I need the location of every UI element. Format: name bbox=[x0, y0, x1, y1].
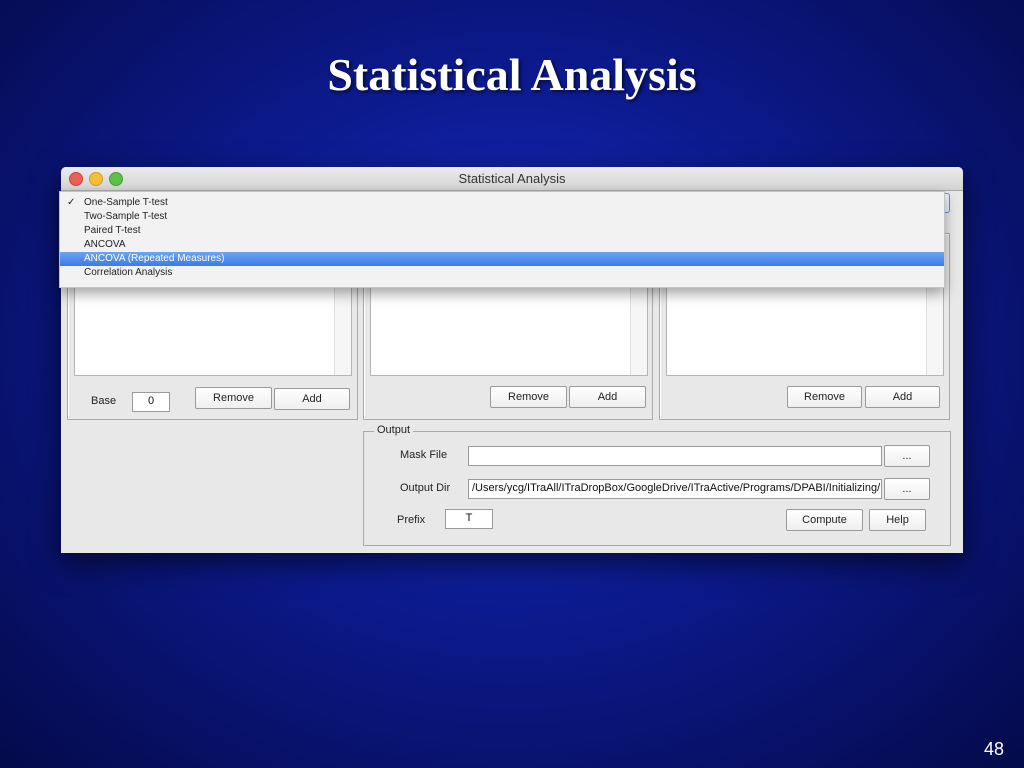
group3-add-button[interactable]: Add bbox=[865, 386, 940, 408]
base-input[interactable]: 0 bbox=[132, 392, 170, 412]
dropdown-item-paired-t-test[interactable]: Paired T-test bbox=[60, 224, 944, 238]
left-empty-panel bbox=[67, 423, 356, 547]
slide-number: 48 bbox=[983, 739, 1004, 759]
mask-file-browse-button[interactable]: ... bbox=[884, 445, 930, 467]
dropdown-item-correlation-analysis[interactable]: Correlation Analysis bbox=[60, 266, 944, 280]
dropdown-item-label: Paired T-test bbox=[84, 225, 141, 236]
output-groupbox: Output Mask File ... Output Dir /Users/y… bbox=[363, 424, 951, 546]
dropdown-item-one-sample-t-test[interactable]: ✓ One-Sample T-test bbox=[60, 196, 944, 210]
dropdown-item-label: ANCOVA (Repeated Measures) bbox=[84, 253, 225, 264]
dropdown-item-label: ANCOVA bbox=[84, 239, 126, 250]
dropdown-item-ancova[interactable]: ANCOVA bbox=[60, 238, 944, 252]
group1-add-button[interactable]: Add bbox=[274, 388, 350, 410]
checkmark-icon: ✓ bbox=[67, 197, 76, 208]
dropdown-item-label: One-Sample T-test bbox=[84, 197, 168, 208]
prefix-input[interactable]: T bbox=[445, 509, 493, 529]
group1-remove-button[interactable]: Remove bbox=[195, 387, 272, 409]
mask-file-label: Mask File bbox=[400, 449, 448, 461]
window-titlebar: Statistical Analysis bbox=[61, 167, 963, 191]
slide-title: Statistical Analysis bbox=[327, 49, 697, 100]
compute-button[interactable]: Compute bbox=[786, 509, 863, 531]
window-title: Statistical Analysis bbox=[458, 171, 566, 186]
base-label: Base bbox=[91, 395, 117, 407]
output-dir-label: Output Dir bbox=[400, 482, 451, 494]
dropdown-item-ancova-repeated-measures[interactable]: ANCOVA (Repeated Measures) bbox=[60, 252, 944, 266]
analysis-type-dropdown: ✓ One-Sample T-test Two-Sample T-test Pa… bbox=[59, 191, 945, 288]
group2-add-button[interactable]: Add bbox=[569, 386, 646, 408]
output-legend: Output bbox=[374, 424, 414, 436]
mask-file-input[interactable] bbox=[468, 446, 882, 466]
dropdown-item-label: Two-Sample T-test bbox=[84, 211, 168, 222]
group3-remove-button[interactable]: Remove bbox=[787, 386, 862, 408]
help-button[interactable]: Help bbox=[869, 509, 926, 531]
dropdown-item-label: Correlation Analysis bbox=[84, 267, 173, 278]
group2-remove-button[interactable]: Remove bbox=[490, 386, 567, 408]
prefix-label: Prefix bbox=[397, 514, 426, 526]
output-dir-browse-button[interactable]: ... bbox=[884, 478, 930, 500]
dropdown-item-two-sample-t-test[interactable]: Two-Sample T-test bbox=[60, 210, 944, 224]
output-dir-input[interactable]: /Users/ycg/ITraAll/ITraDropBox/GoogleDri… bbox=[468, 479, 882, 499]
